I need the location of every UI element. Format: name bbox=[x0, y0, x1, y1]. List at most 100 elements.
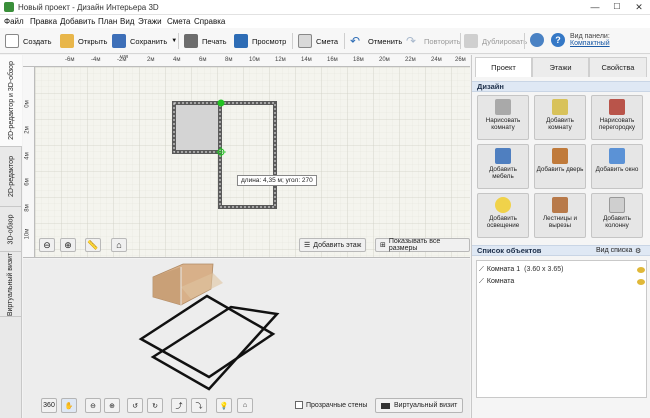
light-button[interactable]: 💡 bbox=[216, 398, 232, 413]
print-button[interactable]: Печать bbox=[184, 31, 227, 51]
add-floor-button[interactable]: ☰ Добавить этаж bbox=[299, 238, 367, 252]
door-icon bbox=[552, 148, 568, 164]
zoom-out-3d-button[interactable]: ⊖ bbox=[85, 398, 101, 413]
right-panel: Проект Этажи Свойства Дизайн Нарисовать … bbox=[471, 55, 650, 418]
zoom-in-3d-button[interactable]: ⊕ bbox=[104, 398, 120, 413]
home-view-button[interactable]: ⌂ bbox=[111, 238, 127, 252]
stairs-cutouts-button[interactable]: Лестницы и вырезы bbox=[534, 193, 586, 238]
add-room-button[interactable]: Добавить комнату bbox=[534, 95, 586, 140]
view-3d[interactable]: 360 ✋ ⊖ ⊕ ↺ ↻ ⤴ ⤵ 💡 ⌂ Прозрачные стены В… bbox=[23, 259, 470, 418]
tab-3d[interactable]: 3D-обзор bbox=[0, 207, 22, 252]
draw-partition-button[interactable]: Нарисовать перегородку bbox=[591, 95, 643, 140]
tab-2d-3d[interactable]: 2D-редактор и 3D-обзор bbox=[0, 55, 22, 147]
redo-button[interactable]: ↷ Повторить bbox=[406, 31, 461, 51]
new-file-icon bbox=[5, 34, 19, 48]
tab-virtual-visit[interactable]: Виртуальный визит bbox=[0, 252, 22, 317]
plan-2d-editor[interactable]: -6м -4м -2м 0M 2м 4м 6м 8м 10м 12м 14м 1… bbox=[23, 55, 470, 258]
rotate-left-button[interactable]: ↺ bbox=[127, 398, 143, 413]
panel-view: Вид панели: Компактный bbox=[570, 33, 650, 47]
visibility-eye-icon[interactable] bbox=[637, 266, 645, 273]
zoom-out-icon: ⊖ bbox=[43, 239, 51, 250]
ruler-tool-button[interactable]: 📏 bbox=[85, 238, 101, 252]
tilt-up-button[interactable]: ⤴ bbox=[171, 398, 187, 413]
preview-button[interactable]: Просмотр bbox=[234, 31, 286, 51]
menu-estimate[interactable]: Смета bbox=[167, 17, 190, 26]
draw-room-button[interactable]: Нарисовать комнату bbox=[477, 95, 529, 140]
ruler-label: 22м bbox=[405, 57, 416, 63]
rotate-360-button[interactable]: 360 bbox=[41, 398, 57, 413]
close-button[interactable]: ✕ bbox=[628, 0, 650, 15]
app-icon bbox=[4, 2, 14, 12]
rotate-right-button[interactable]: ↻ bbox=[147, 398, 163, 413]
panel-view-link[interactable]: Компактный bbox=[570, 40, 610, 47]
draw-room-icon bbox=[495, 99, 511, 115]
tab-floors[interactable]: Этажи bbox=[532, 57, 589, 77]
ruler-icon: 📏 bbox=[87, 239, 99, 250]
home-icon: ⌂ bbox=[242, 402, 248, 409]
ruler-label: -6м bbox=[65, 57, 75, 63]
transparent-walls-checkbox[interactable] bbox=[295, 401, 303, 409]
list-view-link[interactable]: Вид списка bbox=[596, 247, 632, 254]
create-button[interactable]: Создать bbox=[5, 31, 52, 51]
ruler-label: 8м bbox=[225, 57, 233, 63]
visibility-eye-icon[interactable] bbox=[637, 278, 645, 285]
add-column-button[interactable]: Добавить колонну bbox=[591, 193, 643, 238]
menu-floors[interactable]: Этажи bbox=[138, 17, 162, 26]
menu-edit[interactable]: Правка bbox=[30, 17, 57, 26]
list-item[interactable]: ⟋ Комната bbox=[479, 276, 645, 287]
home-3d-button[interactable]: ⌂ bbox=[237, 398, 253, 413]
undo-button[interactable]: ↶ Отменить bbox=[350, 31, 402, 51]
menu-add[interactable]: Добавить bbox=[60, 17, 95, 26]
menu-file[interactable]: Файл bbox=[4, 17, 24, 26]
object-name: Комната 1 bbox=[486, 266, 521, 273]
menu-bar: Файл Правка Добавить План Вид Этажи Смет… bbox=[0, 15, 650, 28]
zoom-in-button[interactable]: ⊕ bbox=[60, 238, 76, 252]
toolbar-separator bbox=[178, 33, 179, 49]
menu-help[interactable]: Справка bbox=[194, 17, 225, 26]
wall-start-handle[interactable] bbox=[217, 99, 225, 107]
window-title: Новый проект - Дизайн Интерьера 3D bbox=[18, 3, 159, 12]
preview-label: Просмотр bbox=[252, 36, 287, 46]
zoom-out-button[interactable]: ⊖ bbox=[39, 238, 55, 252]
redo-label: Повторить bbox=[424, 36, 461, 46]
plan-grid bbox=[35, 67, 470, 257]
ruler-label: 8м bbox=[24, 204, 31, 212]
duplicate-button[interactable]: Дублировать bbox=[464, 31, 527, 51]
ruler-label: 24м bbox=[431, 57, 442, 63]
virtual-visit-button[interactable]: Виртуальный визит bbox=[375, 398, 464, 413]
rotate-right-icon: ↻ bbox=[152, 402, 158, 410]
create-label: Создать bbox=[23, 36, 52, 46]
redo-icon: ↷ bbox=[406, 34, 417, 48]
maximize-button[interactable]: ☐ bbox=[606, 0, 628, 15]
add-furniture-button[interactable]: Добавить мебель bbox=[477, 144, 529, 189]
list-item[interactable]: ⟋ Комната 1 (3.60 x 3.65) bbox=[479, 264, 645, 275]
menu-plan[interactable]: План bbox=[98, 17, 117, 26]
save-label: Сохранить bbox=[130, 36, 168, 46]
estimate-button[interactable]: Смета bbox=[298, 31, 338, 51]
object-name: Комната bbox=[486, 278, 515, 285]
save-button[interactable]: Сохранить ▼ bbox=[112, 31, 177, 51]
lightbulb-icon bbox=[495, 197, 511, 213]
minimize-button[interactable]: — bbox=[584, 0, 606, 15]
help-icon[interactable]: ? bbox=[551, 33, 565, 47]
menu-view[interactable]: Вид bbox=[120, 17, 134, 26]
tilt-down-button[interactable]: ⤵ bbox=[191, 398, 207, 413]
settings-small-icon[interactable]: ⚙ bbox=[635, 247, 641, 255]
add-window-button[interactable]: Добавить окно bbox=[591, 144, 643, 189]
settings-gear-icon[interactable] bbox=[530, 33, 544, 47]
toolbar-separator bbox=[292, 33, 293, 49]
add-lighting-button[interactable]: Добавить освещение bbox=[477, 193, 529, 238]
design-section-title: Дизайн bbox=[472, 81, 650, 92]
room-1-shape[interactable] bbox=[172, 101, 222, 154]
open-button[interactable]: Открыть bbox=[60, 31, 107, 51]
tab-project[interactable]: Проект bbox=[475, 57, 532, 77]
pan-hand-button[interactable]: ✋ bbox=[61, 398, 77, 413]
tab-properties[interactable]: Свойства bbox=[589, 57, 647, 77]
dropdown-arrow-icon[interactable]: ▼ bbox=[171, 38, 177, 44]
show-sizes-button[interactable]: ⊞ Показывать все размеры bbox=[375, 238, 470, 252]
tab-2d[interactable]: 2D-редактор bbox=[0, 147, 22, 207]
lightbulb-icon: 💡 bbox=[219, 402, 229, 410]
transparent-walls-toggle[interactable]: Прозрачные стены bbox=[295, 401, 367, 409]
open-label: Открыть bbox=[78, 36, 108, 46]
add-door-button[interactable]: Добавить дверь bbox=[534, 144, 586, 189]
